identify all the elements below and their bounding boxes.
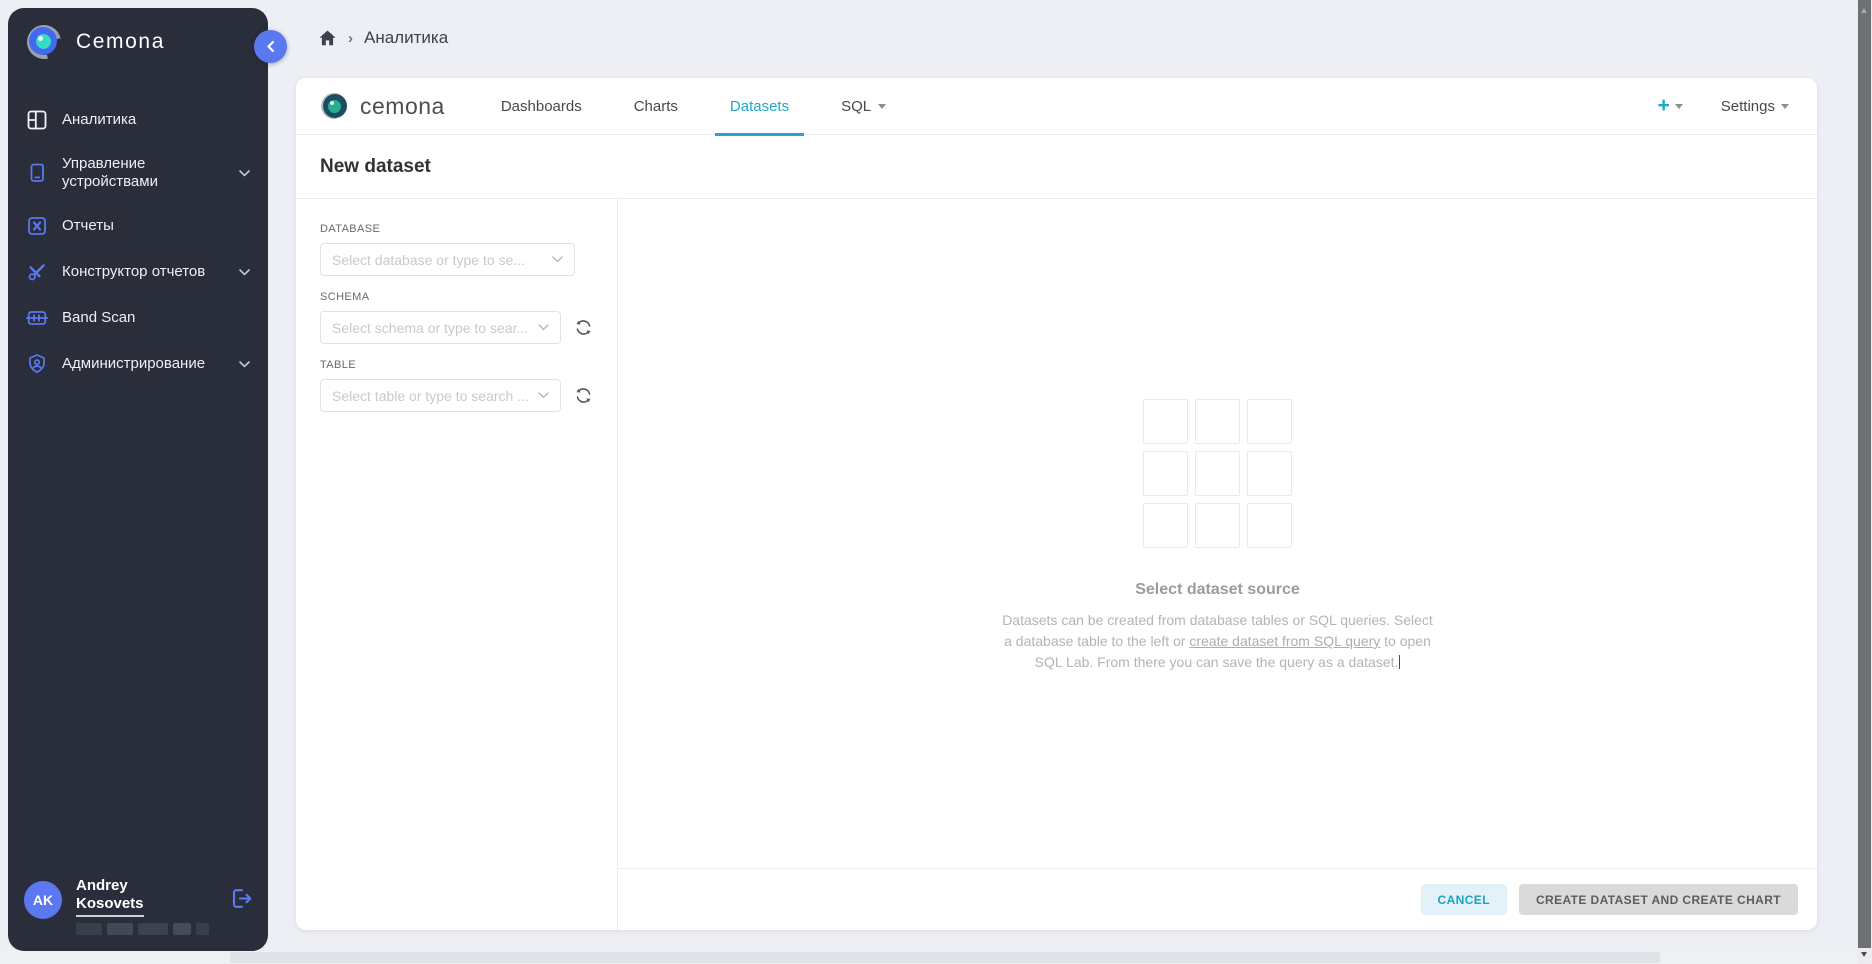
superset-navbar: cemona Dashboards Charts Datasets SQL (296, 78, 1817, 135)
vertical-scrollbar[interactable] (1857, 0, 1872, 964)
admin-shield-icon (26, 353, 48, 375)
settings-dropdown[interactable]: Settings (1721, 98, 1789, 115)
page-header: New dataset (296, 135, 1817, 199)
plus-icon: + (1658, 95, 1670, 116)
user-name: Andrey Kosovets (76, 877, 144, 913)
schema-select[interactable]: Select schema or type to sear... (320, 311, 561, 344)
sidebar-item-reports[interactable]: Отчеты (8, 203, 268, 249)
new-item-dropdown[interactable]: + (1658, 97, 1683, 116)
sidebar-collapse-button[interactable] (254, 30, 287, 63)
sidebar-item-label: Аналитика (62, 111, 250, 129)
empty-state-title: Select dataset source (928, 581, 1508, 599)
chevron-down-icon (538, 324, 549, 331)
schema-label: SCHEMA (320, 291, 593, 303)
sidebar-item-band-scan[interactable]: Band Scan (8, 295, 268, 341)
sidebar: Cemona Аналитика Управление устройствами (8, 8, 268, 951)
table-select[interactable]: Select table or type to search ... (320, 379, 561, 412)
tab-datasets[interactable]: Datasets (704, 78, 815, 135)
navbar-tabs: Dashboards Charts Datasets SQL (475, 78, 912, 135)
report-builder-icon (26, 261, 48, 283)
tab-dashboards[interactable]: Dashboards (475, 78, 608, 135)
dataset-source-panel: DATABASE Select database or type to se..… (296, 199, 618, 930)
database-field: DATABASE Select database or type to se..… (320, 223, 593, 276)
tab-sql[interactable]: SQL (815, 78, 912, 135)
cancel-button[interactable]: CANCEL (1421, 884, 1507, 915)
text-cursor (1399, 655, 1400, 669)
sidebar-brand-name: Cemona (76, 30, 165, 54)
vertical-scrollbar-thumb[interactable] (1858, 0, 1871, 948)
navbar-right: + Settings (1658, 97, 1793, 116)
sidebar-item-label: Band Scan (62, 309, 250, 327)
dashboard-icon (26, 109, 48, 131)
cemona-logo-icon (25, 23, 63, 61)
database-select[interactable]: Select database or type to se... (320, 243, 575, 276)
app-window: Cemona Аналитика Управление устройствами (0, 0, 1872, 964)
chevron-down-icon (538, 392, 549, 399)
sidebar-item-label: Администрирование (62, 355, 225, 373)
sidebar-item-label: Отчеты (62, 217, 250, 235)
caret-down-icon (878, 104, 886, 113)
avatar: AK (24, 881, 62, 919)
device-icon (26, 162, 48, 184)
page-title: New dataset (320, 156, 431, 178)
report-x-icon (26, 215, 48, 237)
sidebar-item-label: Управление устройствами (62, 155, 212, 191)
sidebar-item-label: Конструктор отчетов (62, 263, 225, 281)
home-icon[interactable] (318, 29, 337, 47)
redacted-text (76, 923, 215, 935)
sidebar-item-report-builder[interactable]: Конструктор отчетов (8, 249, 268, 295)
scroll-up-arrow-icon[interactable] (1861, 5, 1867, 13)
tab-charts[interactable]: Charts (608, 78, 704, 135)
band-scan-icon (26, 307, 48, 329)
database-label: DATABASE (320, 223, 593, 235)
chevron-down-icon[interactable] (239, 269, 250, 276)
sidebar-item-device-management[interactable]: Управление устройствами (8, 143, 268, 203)
horizontal-scrollbar-thumb[interactable] (230, 952, 1660, 963)
main-card: cemona Dashboards Charts Datasets SQL (296, 78, 1817, 930)
caret-down-icon (1675, 104, 1683, 113)
empty-state: Select dataset source Datasets can be cr… (928, 399, 1508, 868)
breadcrumb-item-analytics[interactable]: Аналитика (364, 28, 448, 48)
breadcrumb: › Аналитика (318, 28, 448, 48)
sidebar-item-administration[interactable]: Администрирование (8, 341, 268, 387)
cemona-navbar-logo-icon[interactable] (320, 91, 350, 121)
chevron-down-icon (552, 256, 563, 263)
schema-field: SCHEMA Select schema or type to sear... (320, 291, 593, 344)
empty-state-description: Datasets can be created from database ta… (928, 610, 1508, 673)
refresh-tables-icon[interactable] (574, 386, 593, 405)
user-profile[interactable]: AK Andrey Kosovets (24, 877, 254, 936)
sidebar-item-analytics[interactable]: Аналитика (8, 97, 268, 143)
chevron-down-icon[interactable] (239, 361, 250, 368)
refresh-schemas-icon[interactable] (574, 318, 593, 337)
dataset-preview-area: Select dataset source Datasets can be cr… (618, 199, 1817, 868)
footer-actions: CANCEL CREATE DATASET AND CREATE CHART (618, 868, 1817, 930)
create-dataset-and-chart-button[interactable]: CREATE DATASET AND CREATE CHART (1519, 884, 1798, 915)
table-field: TABLE Select table or type to search ... (320, 359, 593, 412)
table-label: TABLE (320, 359, 593, 371)
breadcrumb-separator: › (348, 30, 353, 47)
sidebar-brand: Cemona (8, 8, 268, 61)
sidebar-nav: Аналитика Управление устройствами Отчеты (8, 97, 268, 387)
create-dataset-from-sql-link[interactable]: create dataset from SQL query (1189, 633, 1380, 649)
chevron-down-icon[interactable] (239, 170, 250, 177)
empty-grid-icon (928, 399, 1508, 548)
caret-down-icon (1781, 104, 1789, 113)
scroll-down-arrow-icon[interactable] (1861, 952, 1867, 960)
navbar-brand-name[interactable]: cemona (360, 93, 445, 120)
logout-icon[interactable] (229, 886, 254, 916)
horizontal-scrollbar[interactable] (0, 951, 1857, 964)
